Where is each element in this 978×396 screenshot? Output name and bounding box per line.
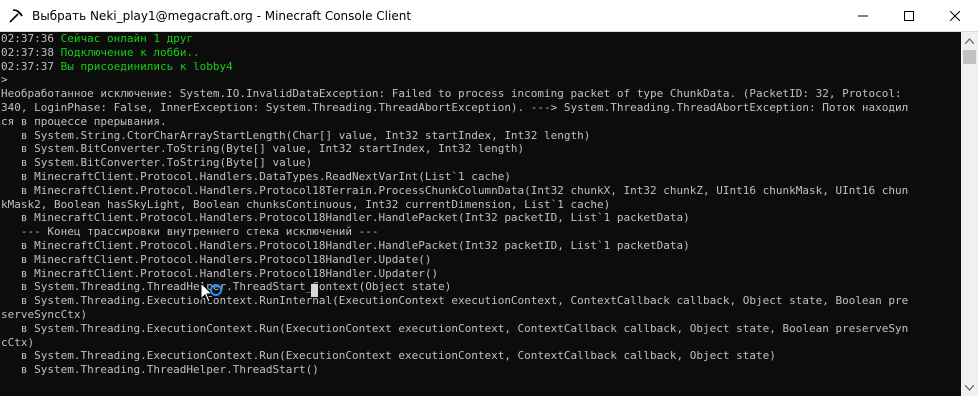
stack-trace-line: в MinecraftClient.Protocol.Handlers.Prot… — [1, 211, 690, 225]
log-line: 02:37:38 Подключение к лобби.. — [0, 46, 961, 60]
stack-trace-line: kMask2, Boolean hasSkyLight, Boolean chu… — [1, 197, 611, 211]
window-controls — [840, 0, 978, 31]
close-icon — [950, 10, 960, 21]
stack-trace-line: в MinecraftClient.Protocol.Handlers.Prot… — [1, 238, 690, 252]
stack-trace-line: в System.Threading.ThreadHelper.ThreadSt… — [1, 363, 319, 377]
maximize-button[interactable] — [886, 0, 932, 31]
exception-line: ся в процессе прерывания. — [1, 114, 167, 128]
close-button[interactable] — [932, 0, 978, 31]
exception-line: 340, LoginPhase: False, InnerException: … — [1, 100, 909, 114]
minimize-icon — [858, 15, 868, 16]
stack-trace-line: --- Конец трассировки внутреннего стека … — [1, 225, 379, 239]
stack-trace-line: в MinecraftClient.Protocol.Handlers.Prot… — [1, 252, 432, 266]
stack-trace-line: cCtx) — [1, 335, 35, 349]
stack-trace-line: в System.Threading.ExecutionContext.RunI… — [1, 294, 909, 308]
log-message: Подключение к лобби.. — [53, 45, 200, 59]
stack-trace-line: в System.Threading.ExecutionContext.Run(… — [1, 349, 776, 363]
scrollbar-thumb[interactable] — [963, 50, 976, 64]
log-line: 02:37:36 Сейчас онлайн 1 друг — [0, 32, 961, 46]
text-cursor — [311, 284, 318, 297]
exception-line: Необработанное исключение: System.IO.Inv… — [1, 87, 902, 101]
log-message: Вы присоединились к lobby4 — [53, 59, 233, 73]
chevron-down-icon — [965, 384, 974, 391]
console-output[interactable]: 02:37:36 Сейчас онлайн 1 друг 02:37:38 П… — [0, 32, 961, 396]
log-timestamp: 02:37:38 — [1, 45, 54, 59]
minimize-button[interactable] — [840, 0, 886, 31]
window-title: Выбрать Neki_play1@megacraft.org - Minec… — [32, 8, 412, 23]
stack-trace-line: в System.Threading.ExecutionContext.Run(… — [1, 321, 909, 335]
mouse-pointer-icon — [200, 282, 222, 303]
log-timestamp: 02:37:36 — [1, 32, 54, 45]
stack-trace-line: serveSyncCtx) — [1, 307, 88, 321]
stack-trace-line: в MinecraftClient.Protocol.Handlers.Prot… — [1, 183, 909, 197]
stack-trace-line: в MinecraftClient.Protocol.Handlers.Prot… — [1, 266, 439, 280]
prompt-line[interactable]: > — [0, 73, 961, 87]
stack-trace-line: в MinecraftClient.Protocol.Handlers.Data… — [1, 169, 511, 183]
log-line: 02:37:37 Вы присоединились к lobby4 — [0, 60, 961, 74]
scroll-down-button[interactable] — [961, 379, 978, 396]
stack-trace-line: в System.BitConverter.ToString(Byte[] va… — [1, 156, 313, 170]
log-timestamp: 02:37:37 — [1, 59, 54, 73]
stack-trace-line: в System.Threading.ThreadHelper.ThreadSt… — [1, 280, 452, 294]
scroll-up-button[interactable] — [961, 32, 978, 49]
stack-trace-line: в System.String.CtorCharArrayStartLength… — [1, 128, 591, 142]
title-bar[interactable]: Выбрать Neki_play1@megacraft.org - Minec… — [0, 0, 978, 32]
maximize-icon — [904, 10, 914, 21]
pickaxe-icon — [4, 0, 28, 31]
chevron-up-icon — [965, 37, 974, 44]
stack-trace-line: в System.BitConverter.ToString(Byte[] va… — [1, 142, 525, 156]
log-message: Сейчас онлайн 1 друг — [53, 32, 194, 45]
vertical-scrollbar[interactable] — [961, 32, 978, 396]
